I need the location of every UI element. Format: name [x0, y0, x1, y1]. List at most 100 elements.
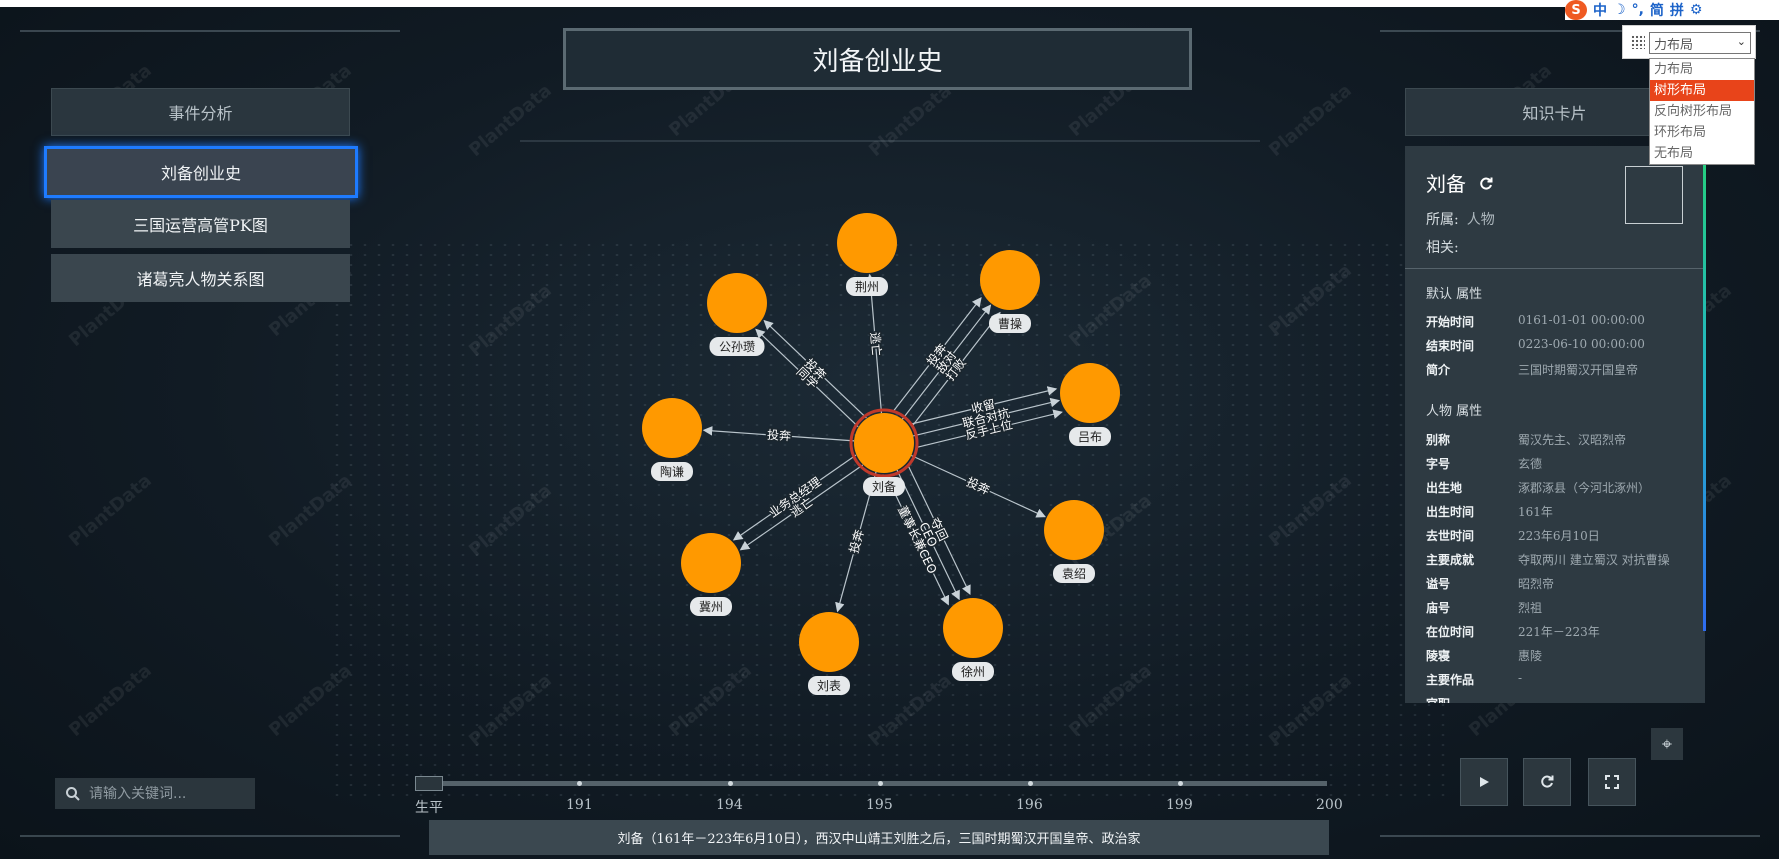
timeline-caption: 刘备（161年－223年6月10日），西汉中山靖王刘胜之后，三国时期蜀汉开国皇帝… — [429, 820, 1329, 855]
timeline-tick[interactable]: 191 — [566, 797, 593, 813]
node-circle[interactable] — [642, 398, 702, 458]
layout-option[interactable]: 无布局 — [1650, 143, 1754, 164]
category-label: 所属: — [1426, 212, 1459, 228]
attr-key: 简介 — [1426, 363, 1451, 377]
node-circle[interactable] — [681, 533, 741, 593]
node-circle[interactable] — [837, 213, 897, 273]
node-circle[interactable] — [1060, 363, 1120, 423]
attr-key: 去世时间 — [1426, 529, 1475, 543]
node-label: 公孙瓒 — [719, 340, 755, 354]
graph-node[interactable]: 冀州 — [681, 533, 741, 616]
ime-toolbar[interactable]: S 中 ☽ °, 简 拼 ⚙ — [1565, 0, 1779, 20]
layout-select[interactable]: 力布局 ⌄ — [1649, 32, 1751, 54]
attr-value: 涿郡涿县（今河北涿州） — [1518, 481, 1651, 495]
ime-chinese[interactable]: 中 — [1593, 0, 1607, 20]
play-icon — [1480, 777, 1489, 787]
timeline-tick[interactable]: 196 — [1016, 797, 1043, 813]
attr-value: 昭烈帝 — [1518, 577, 1555, 591]
edge-label: 投奔 — [767, 427, 792, 444]
node-circle[interactable] — [799, 612, 859, 672]
timeline-dot[interactable] — [1178, 781, 1183, 786]
punctuation-icon[interactable]: °, — [1632, 2, 1644, 18]
attr-key: 字号 — [1426, 457, 1451, 471]
play-button[interactable] — [1460, 758, 1508, 806]
graph-node[interactable]: 吕布 — [1060, 363, 1120, 446]
ime-pinyin[interactable]: 拼 — [1670, 0, 1684, 20]
node-label: 袁绍 — [1062, 567, 1086, 581]
layout-dropdown: 力布局 树形布局 反向树形布局 环形布局 无布局 — [1649, 58, 1755, 165]
attr-value: 223年6月10日 — [1518, 529, 1600, 543]
graph-node[interactable]: 刘表 — [799, 612, 859, 695]
node-circle[interactable] — [854, 413, 914, 473]
card-accent-bar — [1703, 146, 1706, 631]
attr-value: 夺取两川 建立蜀汉 对抗曹操 — [1518, 553, 1670, 567]
node-circle[interactable] — [707, 273, 767, 333]
graph-node[interactable]: 陶谦 — [642, 398, 702, 481]
attr-key: 别称 — [1426, 433, 1451, 447]
timeline-dot[interactable] — [1028, 781, 1033, 786]
layout-current: 力布局 — [1654, 37, 1694, 53]
attr-value: 161年 — [1518, 505, 1553, 519]
crosshair-icon[interactable]: ⌖ — [1651, 728, 1683, 760]
timeline-dot[interactable] — [577, 781, 582, 786]
attr-key: 在位时间 — [1426, 625, 1475, 639]
reload-icon — [1541, 775, 1554, 788]
node-label: 陶谦 — [660, 464, 684, 479]
graph-node[interactable]: 公孙瓒 — [707, 273, 767, 356]
layout-option[interactable]: 反向树形布局 — [1650, 101, 1754, 122]
fullscreen-icon — [1605, 775, 1619, 789]
divider — [1405, 268, 1705, 269]
attr-value: 蜀汉先主、汉昭烈帝 — [1518, 433, 1627, 447]
layout-option[interactable]: 力布局 — [1650, 59, 1754, 80]
attr-key: 开始时间 — [1426, 315, 1475, 329]
graph-node[interactable]: 袁绍 — [1044, 500, 1104, 583]
attr-key: 出生地 — [1426, 481, 1463, 495]
attr-key: 陵寝 — [1426, 649, 1451, 663]
layout-option[interactable]: 树形布局 — [1650, 80, 1754, 101]
attr-value: 烈祖 — [1518, 601, 1543, 615]
knowledge-card: 刘备 所属: 人物 相关: 默认 属性 开始时间 0161-01-01 00:00:… — [1405, 146, 1705, 703]
refresh-icon[interactable] — [1478, 176, 1494, 192]
edge-label: 投奔 — [846, 528, 867, 555]
graph-node[interactable]: 荆州 — [837, 213, 897, 296]
edge-label: 投奔 — [964, 474, 992, 498]
timeline-tick[interactable]: 195 — [866, 797, 893, 813]
timeline-dot[interactable] — [728, 781, 733, 786]
attr-value: 221年－223年 — [1518, 625, 1600, 639]
timeline-tick[interactable]: 生平 — [415, 797, 443, 817]
timeline-handle[interactable] — [415, 776, 443, 791]
moon-icon[interactable]: ☽ — [1613, 2, 1626, 18]
node-circle[interactable] — [1044, 500, 1104, 560]
node-label: 徐州 — [961, 664, 985, 679]
category-value: 人物 — [1466, 212, 1495, 228]
attr-key: 主要作品 — [1426, 673, 1475, 687]
attr-key: 庙号 — [1426, 601, 1451, 615]
attr-value: 玄德 — [1518, 457, 1543, 471]
timeline-tick[interactable]: 199 — [1166, 797, 1193, 813]
graph-node[interactable]: 徐州 — [943, 598, 1003, 681]
edge-label: 逃亡 — [868, 331, 884, 356]
attr-key: 主要成就 — [1426, 553, 1475, 567]
timeline-track[interactable] — [415, 781, 1327, 786]
timeline-tick[interactable]: 194 — [716, 797, 743, 813]
ime-simplified[interactable]: 简 — [1650, 0, 1664, 20]
layout-selector: 力布局 ⌄ — [1622, 25, 1756, 59]
default-attrs-title: 默认 属性 — [1426, 287, 1483, 302]
entity-category: 所属: 人物 — [1426, 209, 1495, 229]
entity-name: 刘备 — [1426, 168, 1494, 197]
layout-option[interactable]: 环形布局 — [1650, 122, 1754, 143]
timeline-dot[interactable] — [878, 781, 883, 786]
graph-node[interactable]: 曹操 — [980, 250, 1040, 333]
settings-icon[interactable]: ⚙ — [1690, 2, 1703, 18]
node-circle[interactable] — [980, 250, 1040, 310]
attr-value: 惠陵 — [1518, 649, 1543, 663]
reload-button[interactable] — [1523, 758, 1571, 806]
attr-value: 三国时期蜀汉开国皇帝 — [1518, 363, 1639, 377]
node-circle[interactable] — [943, 598, 1003, 658]
node-label: 刘备 — [872, 480, 896, 494]
fullscreen-button[interactable] — [1588, 758, 1636, 806]
attr-value: - — [1518, 671, 1523, 685]
graph-node-center[interactable]: 刘备 — [849, 408, 919, 496]
timeline-tick[interactable]: 200 — [1316, 797, 1343, 813]
entity-related: 相关: — [1426, 240, 1459, 256]
